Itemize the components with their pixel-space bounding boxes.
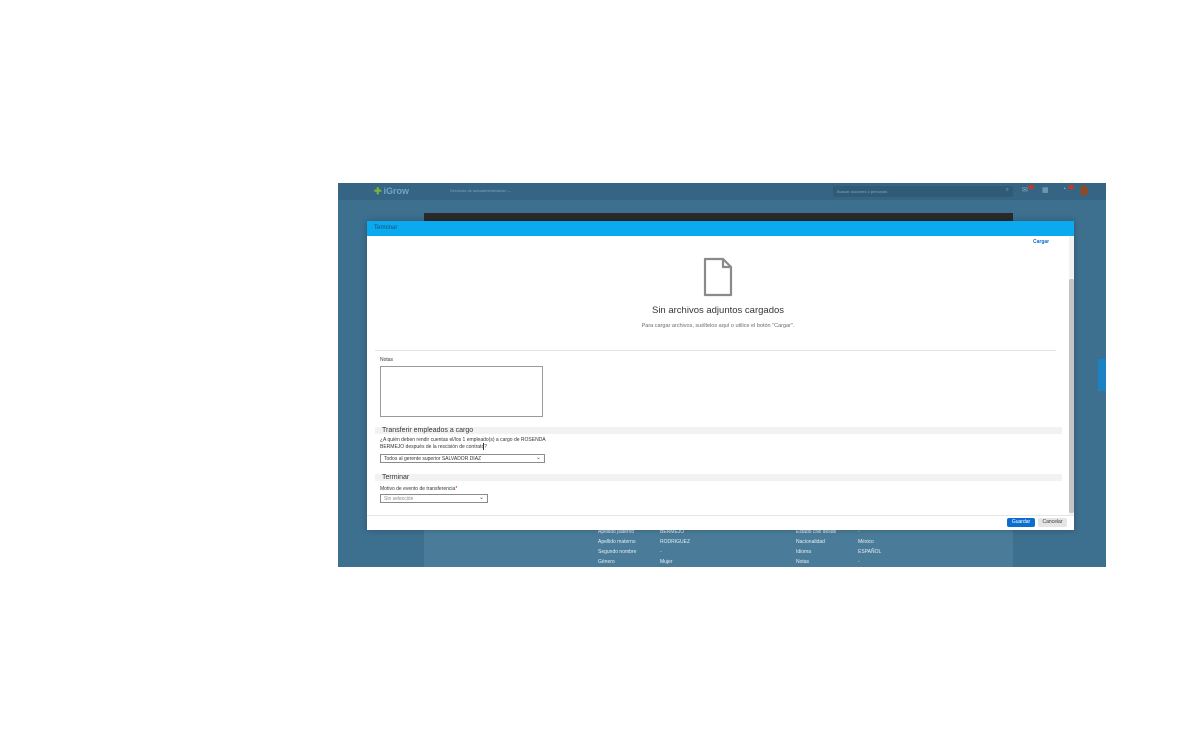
text-cursor — [483, 443, 484, 450]
reason-label: Motivo de evento de transferencia* — [380, 486, 457, 492]
grid-icon[interactable]: ▦ — [1042, 186, 1049, 194]
terminate-dialog: Terminar Cargar Sin archivos adjuntos ca… — [367, 221, 1074, 530]
user-avatar[interactable] — [1080, 185, 1088, 195]
required-mark: * — [455, 486, 458, 492]
transfer-select[interactable]: Todos al gerente superior SALVADOR DIAZ … — [380, 454, 545, 463]
app-logo[interactable]: ✚ iGrow — [374, 186, 409, 197]
profile-key: Nacionalidad — [796, 539, 825, 545]
save-button[interactable]: Guardar — [1007, 518, 1035, 527]
profile-key: Notas — [796, 559, 810, 565]
notifications-icon[interactable]: ✉ — [1022, 186, 1028, 194]
profile-row: Segundo nombre - Idioma ESPAÑOL — [598, 549, 881, 559]
profile-key: Género — [598, 559, 615, 565]
logo-text: iGrow — [383, 186, 410, 196]
profile-value: México — [858, 539, 874, 545]
transfer-section-title: Transferir empleados a cargo — [382, 427, 474, 434]
profile-value: - — [660, 549, 662, 555]
profile-value: RODRIGUEZ — [660, 539, 690, 545]
profile-row: Género Mujer Notas - — [598, 559, 881, 567]
reason-label-text: Motivo de evento de transferencia — [380, 486, 456, 492]
chevron-down-icon: ⌄ — [535, 455, 541, 461]
empty-attachments-subtitle: Para cargar archivos, suéltelos aquí o u… — [641, 323, 795, 329]
profile-key: Idioma — [796, 549, 812, 555]
profile-value: ESPAÑOL — [858, 549, 882, 555]
search-icon: ⌕ — [1005, 187, 1009, 193]
terminate-section-title: Terminar — [382, 474, 410, 481]
profile-key: Apellido materno — [598, 539, 636, 545]
profile-info-table: Apellido paterno BERMEJO Estado civil desd… — [598, 529, 881, 567]
app-topbar: ✚ iGrow Servicios de autoadministración ⌄… — [338, 183, 1106, 200]
dialog-title: Terminar — [374, 225, 398, 231]
bell-icon[interactable]: ◔ — [1062, 186, 1066, 193]
app-menu[interactable]: Servicios de autoadministración ⌄ — [450, 188, 511, 193]
bell-badge — [1068, 185, 1074, 189]
reason-select[interactable]: Sin selección ⌄ — [380, 494, 488, 503]
section-bar-transfer — [375, 427, 1062, 434]
app-search-input[interactable]: Buscar acciones o personas ⌕ — [833, 186, 1013, 197]
profile-row: Apellido paterno BERMEJO Estado civil desd… — [598, 529, 881, 539]
notes-label: Notas — [380, 357, 394, 363]
logo-mark-icon: ✚ — [374, 186, 382, 196]
divider — [375, 350, 1056, 351]
notification-badge — [1028, 185, 1034, 189]
profile-row: Apellido materno RODRIGUEZ Nacionalidad Méx… — [598, 539, 881, 549]
cancel-button[interactable]: Cancelar — [1038, 518, 1067, 527]
profile-value: Mujer — [660, 559, 673, 565]
transfer-question: ¿A quién deben rendir cuentas el/los 1 e… — [380, 437, 546, 450]
scrollbar-thumb[interactable] — [1069, 279, 1074, 513]
search-placeholder: Buscar acciones o personas — [837, 189, 888, 194]
dialog-header: Terminar — [367, 221, 1074, 236]
footer-divider — [367, 515, 1074, 516]
reason-select-placeholder: Sin selección — [384, 496, 414, 502]
transfer-select-value: Todos al gerente superior SALVADOR DIAZ — [384, 456, 482, 462]
empty-attachments-title: Sin archivos adjuntos cargados — [651, 305, 785, 316]
side-panel-tab[interactable] — [1098, 359, 1106, 391]
document-icon — [703, 257, 733, 302]
profile-key: Segundo nombre — [598, 549, 637, 555]
notes-textarea[interactable] — [380, 366, 543, 417]
profile-value: - — [858, 559, 860, 565]
chevron-down-icon: ⌄ — [478, 495, 484, 501]
section-bar-terminate — [375, 474, 1062, 481]
upload-link[interactable]: Cargar — [1033, 239, 1049, 245]
